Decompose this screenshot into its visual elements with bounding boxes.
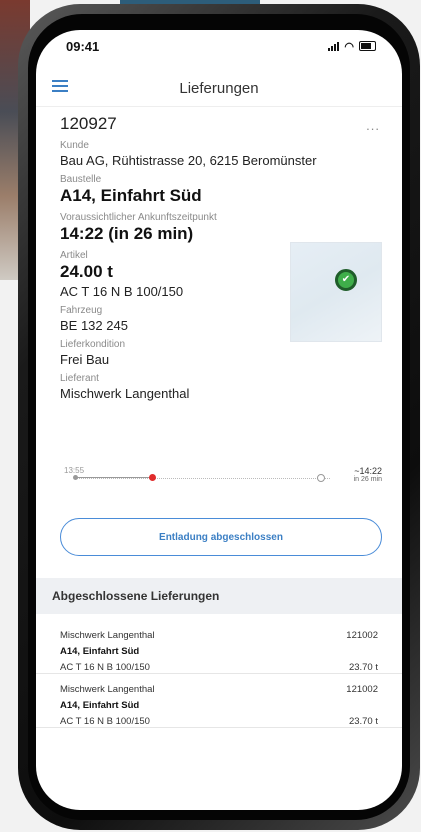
completed-deliveries-heading: Abgeschlossene Lieferungen <box>36 578 402 614</box>
status-icons: ◠ <box>328 40 376 53</box>
item-amount: 23.70 t <box>348 716 378 727</box>
customer-label: Kunde <box>60 140 89 151</box>
more-options-icon[interactable]: ... <box>366 118 380 133</box>
signal-icon <box>328 41 340 51</box>
item-article: AC T 16 N B 100/150 <box>60 716 150 727</box>
item-id: 121002 <box>346 630 378 641</box>
supplier-value: Mischwerk Langenthal <box>60 386 190 401</box>
timeline-end-dot <box>317 474 325 482</box>
site-value: A14, Einfahrt Süd <box>60 186 202 205</box>
battery-icon <box>359 41 376 51</box>
list-item[interactable]: Mischwerk Langenthal 121002 A14, Einfahr… <box>36 620 402 674</box>
timeline-start-dot <box>73 475 78 480</box>
item-supplier: Mischwerk Langenthal <box>60 630 155 641</box>
timeline-progress <box>76 477 152 478</box>
menu-icon[interactable] <box>52 80 68 95</box>
item-site: A14, Einfahrt Süd <box>60 700 140 711</box>
delivery-timeline: 13:55 ~14:22 in 26 min <box>60 466 382 496</box>
supplier-label: Lieferant <box>60 373 99 384</box>
item-site: A14, Einfahrt Süd <box>60 646 140 657</box>
status-time: 09:41 <box>66 38 100 54</box>
timeline-current-marker <box>149 474 156 481</box>
condition-value: Frei Bau <box>60 352 110 367</box>
customer-value: Bau AG, Rühtistrasse 20, 6215 Beromünste… <box>60 153 317 168</box>
timeline-end-remaining: in 26 min <box>353 476 382 483</box>
timeline-track <box>76 478 330 479</box>
site-label: Baustelle <box>60 174 102 185</box>
map-thumbnail[interactable]: ✔ <box>290 242 382 342</box>
timeline-end: ~14:22 in 26 min <box>354 466 382 483</box>
page-title: Lieferungen <box>179 79 259 97</box>
list-item[interactable]: Mischwerk Langenthal 121002 A14, Einfahr… <box>36 674 402 728</box>
eta-label: Voraussichtlicher Ankunftszeitpunkt <box>60 212 217 223</box>
eta-value: 14:22 (in 26 min) <box>60 224 194 243</box>
delivery-id: 120927 <box>60 114 117 133</box>
app-screen: 09:41 ◠ Lieferungen 120927 ... Kunde Bau… <box>36 30 402 810</box>
item-id: 121002 <box>346 684 378 695</box>
completed-deliveries-list: Mischwerk Langenthal 121002 A14, Einfahr… <box>36 620 402 728</box>
unloading-complete-button[interactable]: Entladung abgeschlossen <box>60 518 382 556</box>
item-supplier: Mischwerk Langenthal <box>60 684 155 695</box>
timeline-start-time: 13:55 <box>64 466 85 475</box>
status-bar: 09:41 ◠ <box>36 30 402 62</box>
app-header: Lieferungen <box>36 70 402 107</box>
location-pin-icon: ✔ <box>335 269 357 291</box>
timeline-end-time: ~14:22 <box>354 466 382 476</box>
wifi-icon: ◠ <box>344 40 354 53</box>
